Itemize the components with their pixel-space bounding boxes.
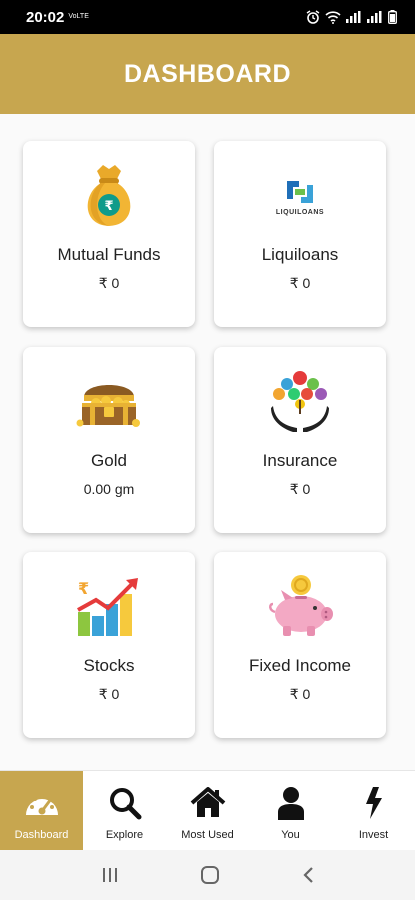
card-title: Stocks — [83, 656, 135, 675]
card-title: Mutual Funds — [57, 245, 161, 264]
card-mutual-funds[interactable]: ₹ Mutual Funds ₹ 0 — [23, 141, 195, 327]
status-bar: 20:02 VoLTE — [0, 0, 415, 34]
svg-text:₹: ₹ — [104, 199, 113, 214]
nav-you[interactable]: You — [249, 771, 332, 850]
nav-label: Explore — [105, 829, 144, 841]
back-icon[interactable] — [301, 866, 315, 884]
alarm-icon — [306, 10, 320, 24]
svg-text:₹: ₹ — [78, 579, 89, 598]
battery-icon — [388, 10, 397, 24]
search-icon — [109, 788, 141, 820]
lightning-icon — [365, 787, 382, 819]
nav-label: Most Used — [181, 829, 234, 841]
signal-icon — [346, 11, 361, 23]
nav-label: Dashboard — [14, 829, 69, 841]
nav-label: You — [281, 829, 300, 841]
user-icon — [277, 787, 304, 820]
liquiloans-logo: LIQUILOANS — [276, 177, 324, 216]
card-fixed-income[interactable]: Fixed Income ₹ 0 — [214, 552, 386, 738]
speedometer-icon — [25, 794, 58, 815]
home-button-icon[interactable] — [200, 865, 220, 885]
card-value: ₹ 0 — [289, 686, 311, 702]
card-title: Gold — [91, 451, 127, 470]
card-title: Fixed Income — [248, 656, 352, 675]
wifi-icon — [325, 10, 341, 24]
card-value: ₹ 0 — [289, 481, 311, 497]
card-stocks[interactable]: ₹ Stocks ₹ 0 — [23, 552, 195, 738]
card-liquiloans[interactable]: LIQUILOANS Liquiloans ₹ 0 — [214, 141, 386, 327]
card-insurance[interactable]: Insurance ₹ 0 — [214, 347, 386, 533]
card-gold[interactable]: Gold 0.00 gm — [23, 347, 195, 533]
status-icons — [306, 10, 397, 24]
card-title: Insurance — [262, 451, 338, 470]
money-bag-icon: ₹ — [87, 165, 131, 226]
card-value: ₹ 0 — [98, 686, 120, 702]
card-value: ₹ 0 — [289, 275, 311, 291]
piggy-bank-icon — [269, 575, 333, 636]
home-icon — [190, 787, 225, 817]
nav-label: Invest — [358, 829, 389, 841]
insurance-hands-icon — [271, 371, 329, 432]
treasure-chest-icon — [76, 385, 140, 427]
liquiloans-logo-text: LIQUILOANS — [275, 208, 325, 216]
page-title: DASHBOARD — [124, 59, 291, 88]
system-nav-bar — [0, 850, 415, 900]
stocks-chart-icon: ₹ — [77, 578, 138, 636]
bottom-nav: Dashboard Explore Most Used You Invest — [0, 770, 415, 850]
card-value: ₹ 0 — [98, 275, 120, 291]
nav-invest[interactable]: Invest — [332, 771, 415, 850]
status-time: 20:02 VoLTE — [26, 8, 89, 26]
signal-icon-2 — [367, 11, 382, 23]
card-title: Liquiloans — [261, 245, 339, 264]
card-value: 0.00 gm — [83, 481, 135, 497]
dashboard-grid: ₹ Mutual Funds ₹ 0 LIQUILOANS Liquiloans… — [0, 114, 415, 770]
nav-dashboard[interactable]: Dashboard — [0, 771, 83, 850]
nav-explore[interactable]: Explore — [83, 771, 166, 850]
nav-most-used[interactable]: Most Used — [166, 771, 249, 850]
app-header: DASHBOARD — [0, 34, 415, 114]
recent-apps-icon[interactable] — [101, 867, 119, 883]
